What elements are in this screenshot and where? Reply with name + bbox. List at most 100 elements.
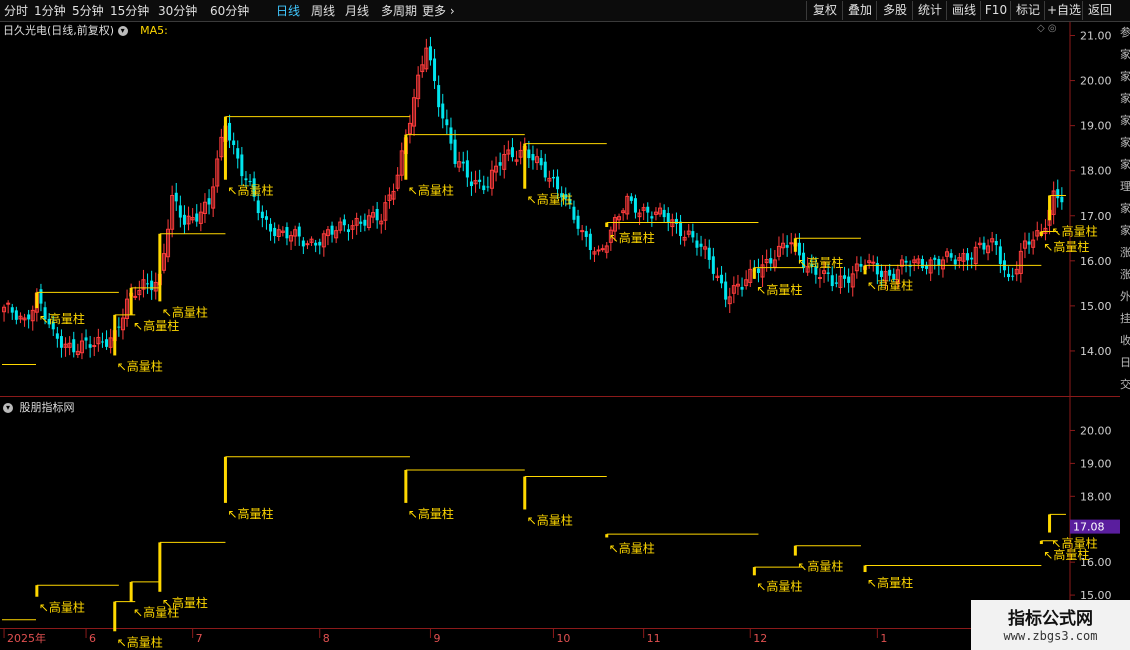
candle-body-down	[527, 149, 531, 159]
price-axis-label: 17.00	[1080, 210, 1112, 223]
signal-label: ↖高量柱	[527, 192, 573, 207]
signal-label: ↖高量柱	[227, 183, 273, 198]
candle-body-down	[679, 221, 683, 237]
candle-body-down	[359, 221, 363, 224]
candle-body-down	[228, 122, 232, 141]
candle-body-down	[695, 240, 699, 248]
signal-label: ↖高量柱	[1043, 239, 1089, 254]
sub-signal-label: ↖高量柱	[227, 506, 273, 521]
sub-signal-bar	[1048, 514, 1052, 533]
candle-body-down	[699, 243, 703, 247]
candle-body-down	[510, 147, 514, 158]
candle-body-down	[543, 161, 547, 178]
candle-body-down	[195, 213, 199, 222]
candle-body-down	[437, 85, 441, 108]
candle-body-down	[441, 103, 445, 119]
candle-body-down	[711, 256, 715, 274]
price-axis-label: 20.00	[1080, 75, 1112, 88]
time-axis-label: 7	[196, 632, 203, 645]
candle-body-down	[998, 246, 1002, 264]
candle-body-down	[1056, 189, 1060, 199]
candle-body-down	[847, 276, 851, 283]
candle-body-down	[469, 181, 473, 187]
candle-body-down	[879, 270, 883, 278]
candle-body-down	[100, 341, 104, 343]
candle-body-down	[970, 257, 974, 260]
candle-body-down	[449, 127, 453, 144]
candle-body-down	[117, 326, 121, 328]
side-panel-char: 家	[1120, 136, 1130, 149]
sub-signal-bar	[752, 567, 756, 576]
candle-body-down	[330, 225, 334, 235]
candle-body-down	[933, 257, 937, 260]
candle-body-down	[572, 206, 576, 220]
candle-body-up	[6, 302, 11, 305]
candle-body-down	[363, 219, 367, 226]
candle-body-up	[133, 295, 138, 298]
sub-axis-label: 19.00	[1080, 457, 1112, 470]
side-panel-char: 家	[1120, 92, 1130, 105]
candle-body-down	[633, 198, 637, 213]
candle-body-down	[691, 231, 695, 238]
candle-body-down	[888, 269, 892, 276]
candle-body-down	[707, 247, 711, 260]
candle-body-down	[428, 46, 432, 61]
signal-label: ↖高量柱	[867, 277, 913, 292]
signal-bar	[752, 267, 756, 279]
candle-body-down	[834, 282, 838, 284]
price-axis-label: 19.00	[1080, 120, 1112, 133]
candle-body-down	[453, 139, 457, 164]
candle-body-down	[1007, 273, 1011, 278]
candle-body-down	[486, 186, 490, 188]
sub-signal-bar	[223, 456, 227, 503]
candle-body-down	[14, 310, 18, 320]
candle-body-down	[260, 211, 264, 219]
price-axis-label: 18.00	[1080, 165, 1112, 178]
candle-body-down	[556, 176, 560, 190]
sub-signal-label: ↖高量柱	[162, 595, 208, 610]
candle-body-up	[789, 242, 794, 245]
candle-body-down	[650, 216, 654, 219]
candle-body-down	[232, 140, 236, 146]
side-panel-char: 理	[1120, 180, 1130, 193]
side-panel-char: 家	[1120, 48, 1130, 61]
candle-body-down	[236, 148, 240, 159]
candle-body-down	[1027, 241, 1031, 245]
signal-bar	[793, 238, 797, 252]
sub-signal-label: ↖高量柱	[39, 600, 85, 615]
candle-body-down	[72, 339, 76, 353]
candle-body-down	[1060, 196, 1064, 203]
signal-label: ↖高量柱	[1052, 223, 1098, 238]
sub-signal-bar	[129, 581, 133, 602]
candle-body-down	[273, 227, 277, 237]
signal-bar	[113, 314, 117, 356]
candle-body-down	[264, 216, 268, 220]
price-axis-label: 16.00	[1080, 255, 1112, 268]
side-panel-clipped: 参家家家家家家理家家涨涨外挂收日交	[1120, 22, 1130, 622]
candle-body-down	[584, 231, 588, 237]
side-panel-char: 家	[1120, 114, 1130, 127]
signal-bar	[158, 233, 162, 302]
candle-body-down	[859, 263, 863, 267]
signal-bar	[404, 134, 408, 180]
candle-body-down	[240, 154, 244, 177]
candle-body-down	[39, 289, 43, 304]
sub-signal-bar	[158, 542, 162, 592]
candle-body-down	[150, 280, 154, 291]
candle-body-down	[949, 253, 953, 258]
price-axis-label: 15.00	[1080, 300, 1112, 313]
candle-body-down	[551, 177, 555, 179]
sub-signal-label: ↖高量柱	[756, 578, 802, 593]
signal-bar	[223, 116, 227, 180]
candle-body-down	[674, 218, 678, 224]
side-panel-char: 家	[1120, 224, 1130, 237]
candle-body-down	[531, 154, 535, 161]
candle-body-down	[375, 209, 379, 221]
signal-bar	[605, 222, 609, 228]
candle-body-down	[465, 160, 469, 178]
signal-bar	[129, 287, 133, 315]
sub-axis-label: 18.00	[1080, 490, 1112, 503]
chart-canvas[interactable]: 21.00 20.00 19.00 18.00 17.00 16.00 15.00 14.00…	[0, 0, 1130, 650]
candle-body-down	[966, 253, 970, 261]
last-price-tag: 17.08	[1073, 521, 1105, 534]
